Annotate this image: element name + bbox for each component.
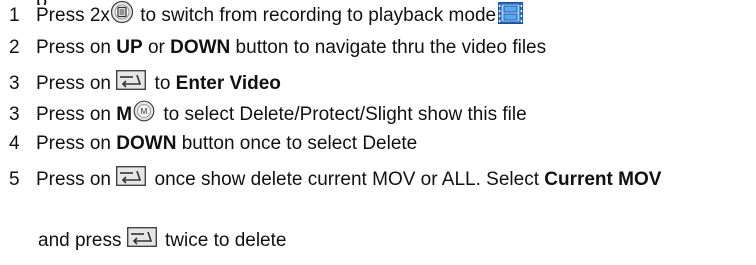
up-button-label: UP xyxy=(116,37,143,58)
step-text: Press on MM to select Delete/Protect/Sli… xyxy=(36,100,527,130)
m-button-icon: M xyxy=(133,100,155,122)
step-text: Press on once show delete current MOV or… xyxy=(36,165,661,195)
current-mov-label: Current MOV xyxy=(544,169,662,190)
step-2: 2 Press on UP or DOWN button to navigate… xyxy=(0,33,756,63)
down-button-label: DOWN xyxy=(170,37,231,58)
step-1: 1 Press 2x to switch from recording to p… xyxy=(0,0,756,31)
down-button-label: DOWN xyxy=(116,133,177,154)
m-button-label: M xyxy=(116,104,133,125)
step-5: 5 Press on once show delete current MOV … xyxy=(0,165,756,195)
step-4: 4 Press on DOWN button once to select De… xyxy=(0,129,756,159)
step-number: 3 xyxy=(9,73,20,94)
svg-text:M: M xyxy=(141,107,148,116)
step-text: Press on to Enter Video xyxy=(36,69,281,99)
step-5-continuation: and press twice to delete xyxy=(38,226,286,256)
step-number: 3 xyxy=(9,104,20,125)
step-number: 1 xyxy=(9,5,20,26)
step-text: Press 2x to switch from recording to pla… xyxy=(36,0,524,31)
step-text: Press on DOWN button once to select Dele… xyxy=(36,133,418,154)
enter-button-icon xyxy=(126,226,157,247)
video-film-icon xyxy=(498,1,524,24)
instruction-document: p 1 Press 2x to switch from recording to… xyxy=(0,0,756,265)
step-3-enter-video: 3 Press on to Enter Video xyxy=(0,69,756,99)
step-number: 2 xyxy=(9,37,20,58)
enter-video-label: Enter Video xyxy=(175,73,281,94)
menu-button-icon xyxy=(110,0,134,24)
step-number: 5 xyxy=(9,169,20,190)
step-3-m-button: 3 Press on MM to select Delete/Protect/S… xyxy=(0,100,756,130)
enter-button-icon xyxy=(116,69,147,90)
step-number: 4 xyxy=(9,133,20,154)
step-text: Press on UP or DOWN button to navigate t… xyxy=(36,37,547,58)
enter-button-icon xyxy=(116,165,147,186)
